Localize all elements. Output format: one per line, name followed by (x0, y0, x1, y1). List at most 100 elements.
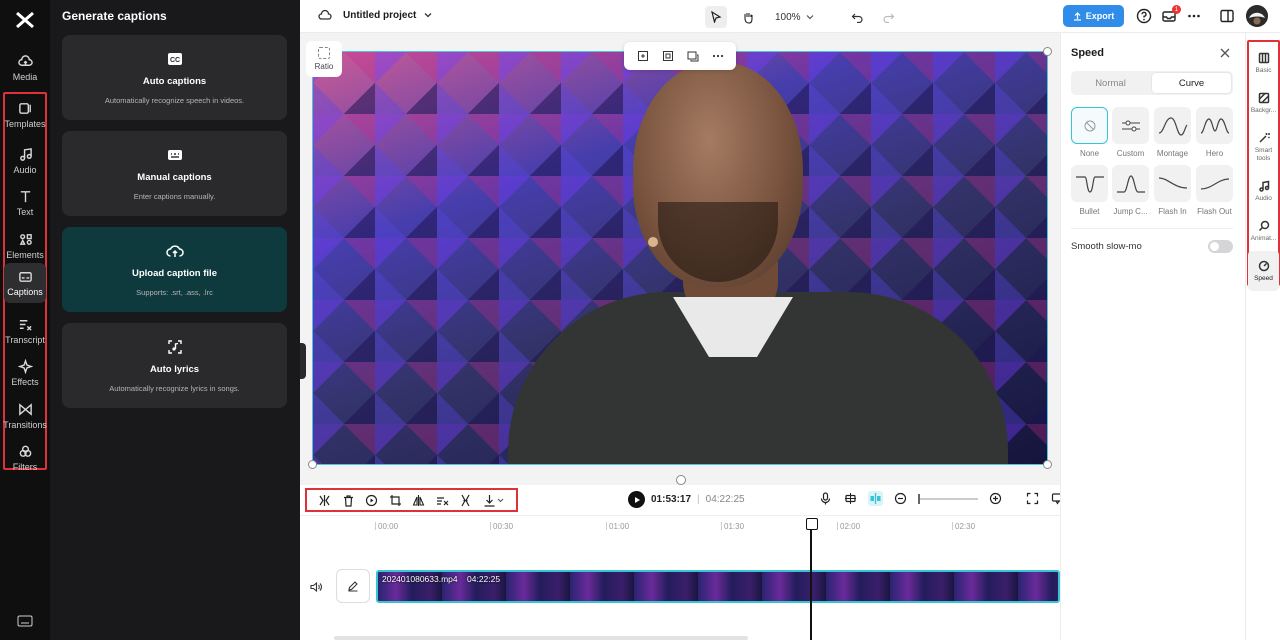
no-curve-icon (1084, 120, 1095, 131)
smooth-slowmo-label: Smooth slow-mo (1071, 241, 1142, 252)
smooth-slowmo-toggle[interactable] (1208, 240, 1233, 253)
resize-handle-top-right[interactable] (1043, 47, 1052, 56)
rail-item-elements[interactable]: Elements (4, 226, 46, 266)
flash-out-curve-icon (1200, 177, 1229, 190)
manual-captions-card[interactable]: Manual captions Enter captions manually. (62, 131, 287, 216)
split-icon[interactable] (318, 494, 331, 507)
upload-icon (1073, 11, 1081, 21)
curve-preset-flash-in[interactable]: Flash In (1154, 165, 1191, 217)
help-icon[interactable] (1136, 8, 1152, 24)
hand-tool-button[interactable] (737, 6, 759, 28)
speed-adjust-icon[interactable] (436, 494, 449, 507)
select-tool-button[interactable] (705, 6, 727, 28)
avatar[interactable] (1246, 5, 1268, 27)
curve-preset-jump-cut[interactable]: Jump C... (1112, 165, 1149, 217)
crop-icon[interactable] (389, 494, 402, 507)
crop-frame-icon[interactable] (637, 50, 649, 62)
tab-normal[interactable]: Normal (1071, 71, 1150, 95)
curve-preset-bullet[interactable]: Bullet (1071, 165, 1108, 217)
rail-item-animation[interactable]: Animat... (1248, 211, 1279, 251)
tab-curve[interactable]: Curve (1152, 73, 1231, 93)
rail-item-text[interactable]: Text (4, 183, 46, 223)
video-clip[interactable]: 202401080633.mp4 04:22:25 (376, 570, 1060, 603)
elements-icon (19, 234, 32, 245)
total-time: 04:22:25 (705, 494, 745, 505)
more-options-icon[interactable] (712, 50, 724, 62)
ratio-button[interactable]: Ratio (306, 41, 342, 77)
rail-item-audio-right[interactable]: Audio (1248, 171, 1279, 211)
redo-button[interactable] (878, 6, 900, 28)
app-logo-icon[interactable] (13, 8, 37, 32)
zoom-out-icon[interactable] (893, 491, 908, 506)
rail-item-speed[interactable]: Speed (1248, 251, 1279, 291)
flash-in-curve-icon (1158, 176, 1187, 189)
rail-item-basic[interactable]: Basic (1248, 43, 1279, 83)
curve-preset-montage[interactable]: Montage (1154, 107, 1191, 159)
layout-icon[interactable] (1219, 8, 1235, 24)
headset-mic (648, 237, 658, 247)
curve-preset-hero[interactable]: Hero (1196, 107, 1233, 159)
microphone-icon[interactable] (818, 491, 833, 506)
rotate-handle[interactable] (676, 475, 686, 485)
svg-text:CC: CC (169, 57, 179, 64)
zoom-dropdown[interactable]: 100% (775, 12, 814, 23)
play-button[interactable] (628, 491, 645, 508)
auto-captions-icon: CC (167, 53, 182, 65)
replace-media-icon[interactable] (687, 50, 699, 62)
volume-icon[interactable] (310, 581, 322, 593)
download-dropdown-icon[interactable] (483, 494, 505, 507)
rail-item-transcript[interactable]: Transcript (4, 311, 46, 351)
timeline-zoom-slider[interactable] (918, 493, 978, 504)
project-title-dropdown[interactable]: Untitled project (318, 9, 432, 21)
track-edit-button[interactable] (336, 569, 370, 603)
effects-icon (17, 359, 33, 374)
upload-caption-card[interactable]: Upload caption file Supports: .srt, .ass… (62, 227, 287, 312)
rail-item-transitions[interactable]: Transitions (3, 396, 47, 436)
rail-item-smart-tools[interactable]: Smart tools (1248, 125, 1279, 169)
more-icon[interactable] (1186, 8, 1202, 24)
mirror-icon[interactable] (412, 494, 425, 507)
snap-icon[interactable] (843, 491, 858, 506)
zoom-in-icon[interactable] (988, 491, 1003, 506)
zoom-slider-knob[interactable] (918, 493, 920, 504)
captions-panel: Generate captions CC Auto captions Autom… (50, 0, 300, 640)
rail-item-media[interactable]: Media (4, 48, 46, 88)
speed-mode-tabs: Normal Curve (1071, 71, 1233, 95)
curve-preset-custom[interactable]: Custom (1112, 107, 1149, 159)
export-button[interactable]: Export (1063, 5, 1124, 27)
resize-handle-bottom-left[interactable] (308, 460, 317, 469)
resize-handle-bottom-right[interactable] (1043, 460, 1052, 469)
ruler-tick: 01:30 (720, 522, 745, 531)
keyboard-icon[interactable] (17, 614, 33, 627)
rail-item-background[interactable]: Backgr... (1248, 83, 1279, 123)
trim-icon[interactable] (459, 494, 472, 507)
auto-snap-toggle-icon[interactable] (868, 491, 883, 506)
rail-item-templates[interactable]: Templates (4, 95, 46, 135)
rail-item-audio[interactable]: Audio (4, 141, 46, 181)
close-icon[interactable] (1219, 47, 1231, 59)
video-preview[interactable] (312, 51, 1048, 465)
ruler-tick: 02:30 (951, 522, 976, 531)
rail-item-effects[interactable]: Effects (4, 353, 46, 393)
divider (1071, 228, 1233, 229)
rail-item-captions[interactable]: Captions (4, 263, 46, 303)
rail-item-filters[interactable]: Filters (4, 438, 46, 478)
timeline-scrollbar[interactable] (334, 636, 748, 640)
preview-floating-toolbar (624, 42, 736, 70)
curve-preset-flash-out[interactable]: Flash Out (1196, 165, 1233, 217)
jump-cut-curve-icon (1116, 174, 1145, 193)
delete-icon[interactable] (342, 494, 355, 507)
auto-lyrics-card[interactable]: Auto lyrics Automatically recognize lyri… (62, 323, 287, 408)
loop-icon[interactable] (365, 494, 378, 507)
fit-frame-icon[interactable] (662, 50, 674, 62)
curve-preset-none[interactable]: None (1071, 107, 1108, 159)
auto-captions-card[interactable]: CC Auto captions Automatically recognize… (62, 35, 287, 120)
redo-icon (883, 13, 894, 23)
ratio-icon (318, 47, 330, 59)
collapse-panel-handle[interactable] (300, 343, 306, 379)
fullscreen-icon[interactable] (1025, 491, 1040, 506)
chevron-down-icon (806, 15, 814, 20)
undo-button[interactable] (846, 6, 868, 28)
playhead[interactable] (806, 518, 818, 640)
speed-panel-title: Speed (1071, 47, 1105, 59)
